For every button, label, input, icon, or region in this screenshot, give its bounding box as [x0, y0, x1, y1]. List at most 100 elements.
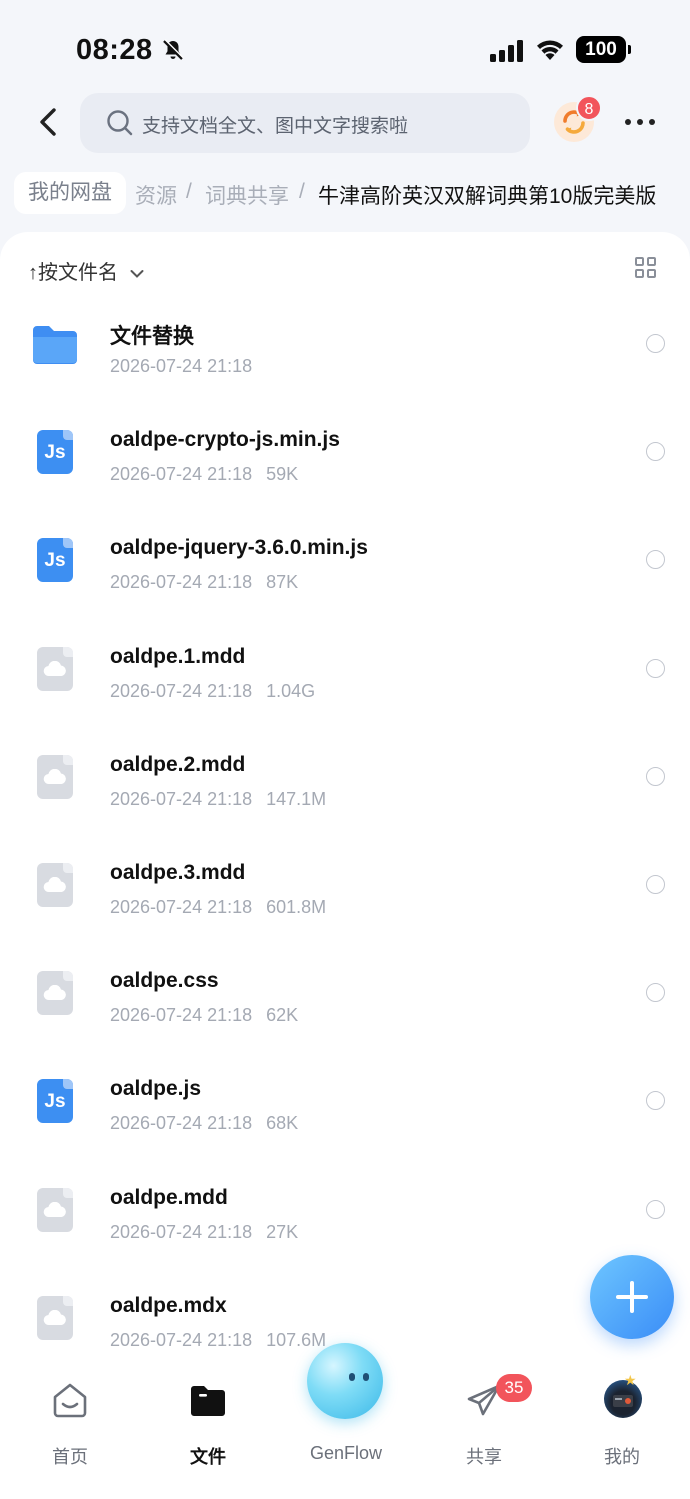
search-placeholder: 支持文档全文、图中文字搜索啦 — [142, 116, 409, 137]
list-item[interactable]: Js oaldpe-crypto-js.min.js 2026-07-24 21… — [0, 408, 690, 516]
js-file-icon: Js — [31, 536, 79, 584]
file-date: 2026-07-24 21:18 — [110, 896, 253, 917]
dot-icon — [637, 119, 643, 125]
file-size: 147.1M — [266, 788, 327, 809]
file-date: 2026-07-24 21:18 — [110, 464, 253, 485]
file-date: 2026-07-24 21:18 — [110, 1221, 253, 1242]
cloud-file-icon — [31, 969, 79, 1017]
file-name: oaldpe.js — [110, 1077, 202, 1101]
select-checkbox[interactable] — [646, 550, 665, 570]
file-date: 2026-07-24 21:18 — [110, 1005, 253, 1026]
file-name: oaldpe.mdd — [110, 1185, 228, 1209]
search-icon — [107, 110, 133, 136]
status-time: 08:28 — [76, 34, 153, 66]
back-button[interactable] — [34, 104, 66, 140]
file-date: 2026-07-24 21:18 — [110, 1329, 253, 1350]
chevron-down-icon — [130, 270, 144, 278]
folder-icon — [191, 1386, 225, 1416]
plus-icon — [616, 1281, 648, 1313]
cloud-file-icon — [31, 861, 79, 909]
file-name: oaldpe.css — [110, 969, 219, 993]
select-checkbox[interactable] — [646, 766, 665, 786]
cellular-signal-icon — [490, 40, 523, 62]
breadcrumb-item[interactable]: 资源 — [135, 180, 177, 210]
folder-icon — [33, 326, 77, 364]
breadcrumb-item[interactable]: 词典共享 — [205, 180, 289, 210]
file-size: 601.8M — [266, 896, 327, 917]
select-checkbox[interactable] — [646, 658, 665, 678]
more-options-button[interactable] — [622, 112, 658, 132]
breadcrumb: 我的网盘 资源 / 词典共享 / 牛津高阶英汉双解词典第10版完美版 — [0, 168, 690, 218]
file-name: oaldpe-jquery-3.6.0.min.js — [110, 536, 368, 560]
file-meta: 2026-07-24 21:18 27K — [110, 1222, 298, 1243]
sort-label: ↑按文件名 — [28, 262, 118, 284]
grid-view-toggle[interactable] — [635, 257, 658, 280]
nav-home-label: 首页 — [52, 1447, 88, 1467]
list-item[interactable]: oaldpe.css 2026-07-24 21:18 62K — [0, 949, 690, 1057]
file-name: 文件替换 — [110, 325, 194, 348]
nav-files-label: 文件 — [190, 1447, 226, 1467]
select-checkbox[interactable] — [646, 874, 665, 894]
select-checkbox[interactable] — [646, 1091, 665, 1111]
list-item[interactable]: oaldpe.3.mdd 2026-07-24 21:18 601.8M — [0, 841, 690, 949]
list-item[interactable]: 文件替换 2026-07-24 21:18 — [0, 300, 690, 408]
nav-share-label: 共享 — [466, 1447, 502, 1467]
file-name: oaldpe.3.mdd — [110, 860, 246, 884]
file-meta: 2026-07-24 21:18 87K — [110, 572, 298, 593]
list-item[interactable]: Js oaldpe.js 2026-07-24 21:18 68K — [0, 1057, 690, 1165]
file-size: 1.04G — [266, 680, 316, 701]
cloud-file-icon — [31, 1186, 79, 1234]
battery-indicator: 100 — [576, 36, 631, 63]
file-size: 27K — [266, 1221, 299, 1242]
breadcrumb-home[interactable]: 我的网盘 — [14, 172, 126, 214]
select-checkbox[interactable] — [646, 983, 665, 1003]
js-file-icon: Js — [31, 1077, 79, 1125]
file-meta: 2026-07-24 21:18 62K — [110, 1005, 298, 1026]
select-checkbox[interactable] — [646, 442, 665, 462]
add-button[interactable] — [590, 1255, 674, 1339]
sync-badge: 8 — [576, 95, 602, 121]
file-size: 87K — [266, 572, 299, 593]
file-date: 2026-07-24 21:18 — [110, 356, 253, 376]
breadcrumb-current: 牛津高阶英汉双解词典第10版完美版 — [318, 185, 657, 208]
file-name: oaldpe-crypto-js.min.js — [110, 428, 340, 452]
file-size: 59K — [266, 464, 299, 485]
cloud-file-icon — [31, 753, 79, 801]
list-item[interactable]: oaldpe.2.mdd 2026-07-24 21:18 147.1M — [0, 733, 690, 841]
file-meta: 2026-07-24 21:18 107.6M — [110, 1330, 326, 1351]
genflow-mascot-icon[interactable] — [307, 1343, 383, 1419]
home-icon — [53, 1383, 87, 1418]
nav-genflow-label: GenFlow — [309, 1443, 383, 1463]
file-name: oaldpe.mdx — [110, 1293, 227, 1317]
file-meta: 2026-07-24 21:18 68K — [110, 1113, 298, 1134]
file-meta: 2026-07-24 21:18 1.04G — [110, 681, 315, 702]
file-meta: 2026-07-24 21:18 601.8M — [110, 897, 326, 918]
file-date: 2026-07-24 21:18 — [110, 788, 253, 809]
file-date: 2026-07-24 21:18 — [110, 1113, 253, 1134]
file-size: 107.6M — [266, 1329, 327, 1350]
js-file-icon: Js — [31, 428, 79, 476]
file-date: 2026-07-24 21:18 — [110, 572, 253, 593]
list-item[interactable]: Js oaldpe-jquery-3.6.0.min.js 2026-07-24… — [0, 516, 690, 624]
nav-mine-label: 我的 — [604, 1447, 640, 1467]
list-item[interactable]: oaldpe.mdd 2026-07-24 21:18 27K — [0, 1166, 690, 1274]
list-item[interactable]: oaldpe.1.mdd 2026-07-24 21:18 1.04G — [0, 625, 690, 733]
file-name: oaldpe.1.mdd — [110, 644, 246, 668]
file-meta: 2026-07-24 21:18 — [110, 356, 252, 377]
sort-dropdown[interactable]: ↑按文件名 — [28, 256, 144, 285]
bell-muted-icon — [163, 39, 184, 60]
file-list-panel: ↑按文件名 文件替换 2026-07-24 21:18 Js oaldpe-cr… — [0, 232, 690, 1499]
breadcrumb-separator: / — [186, 180, 192, 203]
select-checkbox[interactable] — [646, 334, 665, 353]
file-size: 62K — [266, 1005, 299, 1026]
file-list: 文件替换 2026-07-24 21:18 Js oaldpe-crypto-j… — [0, 300, 690, 1382]
file-meta: 2026-07-24 21:18 59K — [110, 464, 298, 485]
search-input[interactable]: 支持文档全文、图中文字搜索啦 — [80, 93, 530, 153]
cloud-file-icon — [31, 645, 79, 693]
file-name: oaldpe.2.mdd — [110, 752, 246, 776]
file-meta: 2026-07-24 21:18 147.1M — [110, 789, 326, 810]
select-checkbox[interactable] — [646, 1199, 665, 1219]
wifi-icon — [537, 40, 563, 60]
crown-icon: ★ — [624, 1372, 637, 1388]
status-bar: 08:28 100 — [0, 0, 690, 100]
